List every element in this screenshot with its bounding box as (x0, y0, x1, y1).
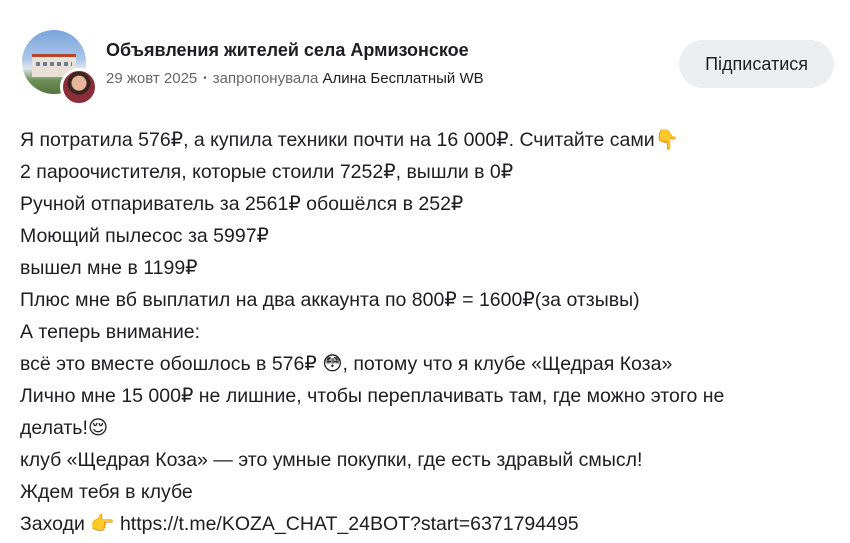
post-line: Заходи 👉 https://t.me/KOZA_CHAT_24BOT?st… (20, 508, 840, 540)
author-name[interactable]: Алина Бесплатный WB (322, 70, 483, 87)
post-line: Ручной отпариватель за 2561₽ обошёлся в … (20, 193, 464, 215)
meta-separator: • (203, 73, 207, 84)
avatar-group[interactable] (20, 28, 98, 106)
post-line: всё это вместе обошлось в 576₽ 😳, потому… (20, 348, 840, 380)
post-line: Лично мне 15 000₽ не лишние, чтобы переп… (20, 385, 725, 407)
post-line: клуб «Щедрая Коза» — это умные покупки, … (20, 449, 643, 471)
line-text: всё это вместе обошлось в 576₽ (20, 353, 323, 375)
suggested-by-label: запропонувала (212, 70, 319, 87)
finger-down-emoji-icon: 👇 (654, 128, 679, 151)
relieved-face-emoji-icon: 😌 (87, 416, 109, 439)
telegram-link[interactable]: https://t.me/KOZA_CHAT_24BOT?start=63717… (115, 513, 579, 535)
line-text: , потому что я клубе «Щедрая Коза» (342, 353, 673, 375)
group-name[interactable]: Объявления жителей села Армизонское (106, 40, 469, 61)
post-line: Я потратила 576₽, а купила техники почти… (20, 124, 840, 156)
post-date[interactable]: 29 жовт 2025 (106, 70, 197, 87)
line-text: Я потратила 576₽, а купила техники почти… (20, 129, 655, 151)
post-header: Объявления жителей села Армизонское 29 ж… (20, 28, 834, 106)
post-text: Я потратила 576₽, а купила техники почти… (20, 124, 840, 540)
subscribe-button[interactable]: Підписатися (679, 40, 834, 88)
flushed-face-emoji-icon: 😳 (322, 352, 343, 375)
post-meta: 29 жовт 2025 • запропонувала Алина Бесплат… (106, 70, 484, 87)
finger-right-emoji-icon: 👉 (90, 512, 115, 535)
post-line: Плюс мне вб выплатил на два аккаунта по … (20, 289, 640, 311)
post-line: Моющий пылесос за 5997₽ (20, 225, 269, 247)
post-line: Ждем тебя в клубе (20, 481, 193, 503)
user-avatar[interactable] (60, 68, 98, 106)
post-line: вышел мне в 1199₽ (20, 257, 198, 279)
post-line: 2 пароочистителя, которые стоили 7252₽, … (20, 161, 514, 183)
post-line: А теперь внимание: (20, 321, 201, 343)
line-text: Заходи (20, 513, 91, 535)
line-text: делать! (20, 417, 88, 439)
post-line: делать!😌 (20, 412, 840, 444)
